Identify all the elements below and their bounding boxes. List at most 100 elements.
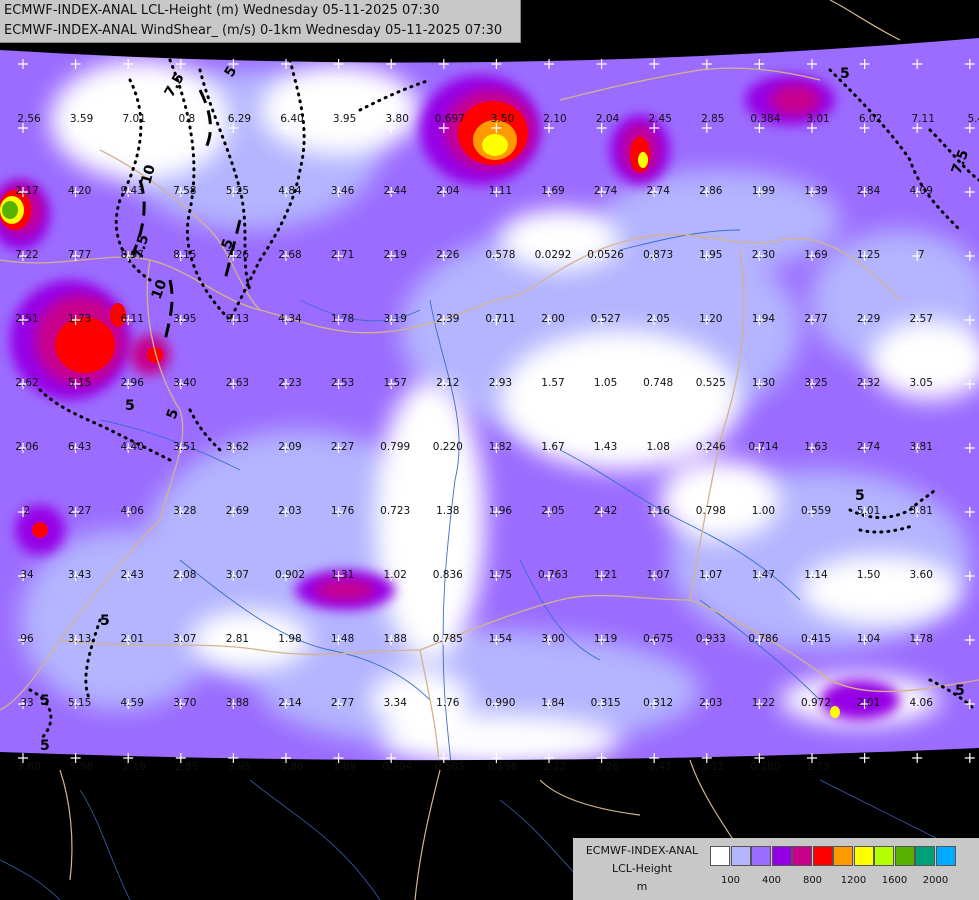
svg-text:5: 5 [100, 613, 110, 629]
grid-value-label: 1.57 [541, 377, 564, 389]
legend-swatch [853, 846, 874, 866]
grid-value-label: 7.26 [226, 249, 250, 261]
grid-value-label: 1.30 [752, 377, 775, 389]
grid-value-label: 0.704 [382, 761, 412, 773]
grid-value-label: 5.58 [70, 761, 93, 773]
grid-value-label: 1.54 [489, 633, 513, 645]
grid-value-label: 2.06 [15, 441, 39, 453]
grid-value-label: 2.19 [384, 249, 407, 261]
grid-value-label: 2.45 [649, 113, 672, 125]
grid-value-label: 6.29 [228, 113, 251, 125]
grid-value-label: 3.28 [173, 505, 196, 517]
grid-value-label: 6.11 [121, 313, 144, 325]
grid-value-label: 3.11 [701, 761, 724, 773]
legend-swatch [812, 846, 833, 866]
color-legend: ECMWF-INDEX-ANAL LCL-Height m 100 400 800 1… [573, 838, 979, 900]
grid-value-label: 4.59 [121, 697, 144, 709]
grid-value-label: 0.315 [591, 697, 621, 709]
grid-value-label: 1.57 [384, 377, 407, 389]
grid-value-label: 2.05 [647, 313, 670, 325]
grid-value-label: 3.01 [806, 113, 829, 125]
grid-value-label: 3.05 [910, 377, 933, 389]
legend-swatch [751, 846, 771, 866]
grid-value-label: 2.84 [857, 185, 881, 197]
svg-text:5: 5 [955, 683, 965, 699]
grid-value-label: 5.15 [68, 697, 91, 709]
weather-map: 7.5 5 7.5 10 5 10 5 5 5 7.5 5 5 5 5 5 2.… [0, 0, 979, 900]
legend-swatch [710, 846, 730, 866]
grid-value-label: 0.559 [801, 505, 831, 517]
grid-value-label: 2.17 [15, 185, 38, 197]
grid-value-label: 1.16 [647, 505, 671, 517]
legend-swatch [894, 846, 915, 866]
grid-value-label: 1.96 [489, 505, 513, 517]
grid-value-label: 0.836 [433, 569, 463, 581]
grid-value-label: 3.43 [68, 569, 91, 581]
grid-value-label: 2.63 [226, 377, 249, 389]
grid-value-label: 2.12 [543, 761, 566, 773]
grid-value-label: 4.06 [121, 505, 145, 517]
grid-value-label: 1.50 [857, 569, 880, 581]
grid-value-label: 3.60 [910, 569, 933, 581]
grid-value-label: 1.38 [436, 505, 459, 517]
grid-value-label: 2.44 [384, 185, 408, 197]
grid-value-label: 2.93 [489, 377, 512, 389]
legend-swatch [915, 846, 935, 866]
grid-value-label: 0.527 [591, 313, 621, 325]
grid-value-label: 2.30 [752, 249, 775, 261]
grid-value-label: 0.220 [433, 441, 463, 453]
grid-value-label: 5.25 [226, 185, 249, 197]
grid-value-label: 2.03 [699, 697, 722, 709]
grid-value-label: 1.78 [331, 313, 354, 325]
grid-value-label: 1.07 [647, 569, 670, 581]
grid-value-label: 6.40 [280, 113, 303, 125]
grid-value-label: 2.77 [331, 697, 354, 709]
legend-tick-label: 1200 [840, 875, 867, 886]
grid-value-label: 2.96 [121, 377, 145, 389]
grid-value-label: 1.04 [857, 633, 881, 645]
grid-value-label: 0.723 [380, 505, 410, 517]
grid-value-label: 0.0526 [587, 249, 624, 261]
grid-value-label: 4.34 [278, 313, 302, 325]
grid-value-label: 1.05 [594, 377, 617, 389]
grid-value-label: 2.01 [121, 633, 144, 645]
grid-value-label: 9.43 [121, 185, 144, 197]
grid-value-label: 3.95 [173, 313, 196, 325]
grid-value-label: 2.62 [15, 377, 38, 389]
grid-value-label: 3.26 [596, 761, 620, 773]
field-yellow-core [482, 134, 508, 156]
grid-value-label: 1.69 [804, 249, 827, 261]
grid-value-label: 1.99 [752, 185, 775, 197]
grid-value-label: 0.902 [275, 569, 305, 581]
grid-value-label: 2.14 [278, 697, 302, 709]
grid-value-label: 2.03 [278, 505, 301, 517]
grid-value-label: 3.86 [280, 761, 304, 773]
grid-value-label: 3.70 [173, 697, 196, 709]
grid-value-label: 1.22 [752, 697, 775, 709]
svg-text:5: 5 [840, 66, 850, 82]
grid-value-label: 2.27 [331, 441, 354, 453]
grid-value-label: 3.07 [226, 569, 249, 581]
field-yellow-southeast [830, 706, 840, 718]
grid-value-label: 2.74 [647, 185, 671, 197]
grid-value-label: 2.08 [173, 569, 196, 581]
legend-swatch [874, 846, 894, 866]
grid-value-label: 0.525 [696, 377, 726, 389]
grid-value-label: 1.19 [594, 633, 617, 645]
title-box: ECMWF-INDEX-ANAL LCL-Height (m) Wednesda… [0, 0, 521, 43]
svg-text:5: 5 [40, 738, 50, 754]
grid-value-label: 2.12 [436, 377, 459, 389]
grid-value-label: 1.78 [910, 633, 933, 645]
legend-swatch [935, 846, 956, 866]
grid-value-label: 2.19 [123, 761, 146, 773]
grid-value-label: 2.56 [17, 113, 41, 125]
grid-value-label: 0.798 [696, 505, 726, 517]
svg-text:5: 5 [40, 693, 50, 709]
grid-value-label: 7.11 [912, 113, 935, 125]
grid-value-label: 0.873 [643, 249, 673, 261]
grid-value-label: 2.26 [436, 249, 460, 261]
grid-value-label: 1.63 [804, 441, 827, 453]
grid-value-label: 8.15 [173, 249, 196, 261]
grid-value-label: 33 [20, 697, 33, 709]
grid-value-label: 2 [24, 505, 31, 517]
